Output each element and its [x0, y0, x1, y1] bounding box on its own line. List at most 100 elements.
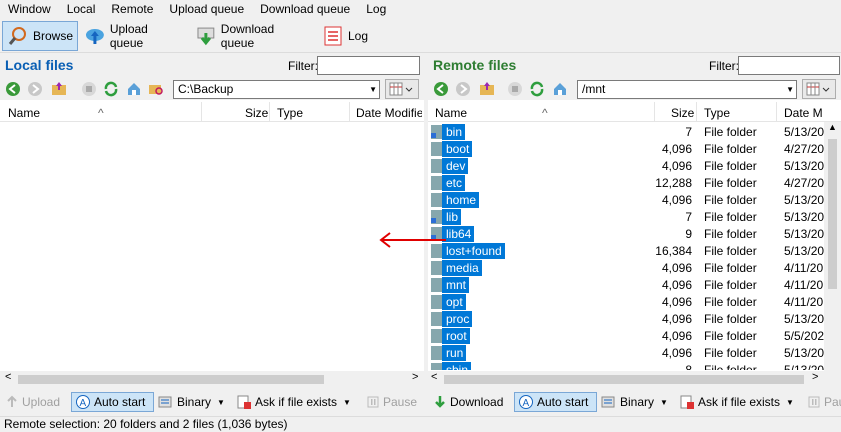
parent-folder-icon[interactable] — [51, 81, 67, 97]
local-col-date[interactable]: Date Modified — [356, 106, 422, 120]
remote-hscroll[interactable]: < > — [428, 371, 841, 388]
local-col-size[interactable]: Size — [245, 106, 268, 120]
menu-upload-queue[interactable]: Upload queue — [161, 0, 252, 18]
table-row[interactable]: root 4,096 File folder 5/5/202 — [428, 328, 824, 345]
forward-icon[interactable] — [27, 81, 43, 97]
back-icon[interactable] — [5, 81, 21, 97]
row-type: File folder — [704, 312, 757, 326]
stop-icon[interactable] — [507, 81, 523, 97]
local-col-type[interactable]: Type — [277, 106, 303, 120]
local-column-header: Name ^ Size Type Date Modified — [0, 102, 424, 122]
table-row[interactable]: media 4,096 File folder 4/11/20 — [428, 260, 824, 277]
row-size: 4,096 — [661, 278, 692, 292]
table-row[interactable]: lost+found 16,384 File folder 5/13/20 — [428, 243, 824, 260]
grid-view-icon — [389, 82, 413, 96]
sort-caret-icon: ^ — [98, 106, 104, 120]
upload-button[interactable]: Upload — [5, 392, 60, 412]
row-size: 9 — [685, 227, 692, 241]
local-path-box[interactable]: C:\Backup ▼ — [173, 80, 380, 99]
remote-col-name[interactable]: Name — [435, 106, 467, 120]
row-date: 4/27/20 — [784, 142, 824, 156]
remote-col-size[interactable]: Size — [671, 106, 694, 120]
table-row[interactable]: run 4,096 File folder 5/13/20 — [428, 345, 824, 362]
menu-log[interactable]: Log — [358, 0, 394, 18]
table-row[interactable]: lib64 9 File folder 5/13/20 — [428, 226, 824, 243]
scroll-right-icon[interactable]: > — [412, 371, 418, 383]
remote-view-button[interactable] — [802, 79, 836, 99]
table-row[interactable]: boot 4,096 File folder 4/27/20 — [428, 141, 824, 158]
home-icon[interactable] — [126, 81, 142, 97]
log-label: Log — [348, 29, 369, 43]
download-button[interactable]: Download — [433, 392, 503, 412]
table-row[interactable]: proc 4,096 File folder 5/13/20 — [428, 311, 824, 328]
local-hscroll[interactable]: < > — [0, 371, 424, 388]
row-size: 4,096 — [661, 346, 692, 360]
local-hscroll-thumb[interactable] — [18, 375, 324, 384]
menu-remote[interactable]: Remote — [103, 0, 161, 18]
scroll-left-icon[interactable]: < — [431, 371, 437, 383]
table-row[interactable]: lib 7 File folder 5/13/20 — [428, 209, 824, 226]
scroll-right-icon[interactable]: > — [812, 371, 818, 383]
scroll-up-icon[interactable]: ▲ — [828, 122, 837, 132]
menu-download-queue[interactable]: Download queue — [252, 0, 358, 18]
forward-icon[interactable] — [455, 81, 471, 97]
row-name: root — [442, 328, 470, 344]
remote-vscroll[interactable]: ▲ — [824, 122, 841, 388]
local-file-list[interactable] — [0, 124, 424, 370]
find-folder-icon[interactable] — [148, 81, 164, 97]
table-row[interactable]: etc 12,288 File folder 4/27/20 — [428, 175, 824, 192]
local-view-button[interactable] — [385, 79, 419, 99]
parent-folder-icon[interactable] — [479, 81, 495, 97]
browse-button[interactable]: Browse — [2, 21, 78, 51]
refresh-icon[interactable] — [529, 81, 545, 97]
row-date: 5/5/202 — [784, 329, 824, 343]
chevron-down-icon[interactable]: ▼ — [369, 81, 377, 98]
table-row[interactable]: opt 4,096 File folder 4/11/20 — [428, 294, 824, 311]
remote-file-list[interactable]: bin 7 File folder 5/13/20 boot 4,096 File fold… — [428, 124, 824, 370]
stop-icon[interactable] — [81, 81, 97, 97]
scroll-left-icon[interactable]: < — [5, 371, 11, 383]
download-queue-button[interactable]: Download queue — [195, 21, 310, 51]
back-icon[interactable] — [433, 81, 449, 97]
row-date: 5/13/20 — [784, 363, 824, 370]
remote-col-date[interactable]: Date M — [784, 106, 823, 120]
local-auto-start-button[interactable]: A Auto start — [71, 392, 154, 412]
download-label: Download — [450, 395, 504, 409]
chevron-down-icon[interactable]: ▼ — [786, 81, 794, 98]
upload-queue-button[interactable]: Upload queue — [84, 21, 184, 51]
row-date: 5/13/20 — [784, 125, 824, 139]
remote-vscroll-thumb[interactable] — [828, 139, 837, 289]
remote-ask-dropdown[interactable]: Ask if file exists ▼ — [679, 392, 794, 412]
menu-local[interactable]: Local — [59, 0, 104, 18]
table-row[interactable]: sbin 8 File folder 5/13/20 — [428, 362, 824, 370]
home-icon[interactable] — [552, 81, 568, 97]
menu-window[interactable]: Window — [0, 0, 59, 18]
local-col-name[interactable]: Name — [8, 106, 40, 120]
refresh-icon[interactable] — [103, 81, 119, 97]
remote-hscroll-thumb[interactable] — [444, 375, 804, 384]
local-ask-dropdown[interactable]: Ask if file exists ▼ — [236, 392, 351, 412]
binary-icon — [601, 396, 615, 408]
remote-binary-dropdown[interactable]: Binary ▼ — [601, 392, 668, 412]
table-row[interactable]: bin 7 File folder 5/13/20 — [428, 124, 824, 141]
ask-label: Ask if file exists — [255, 395, 338, 409]
menu-bar: Window Local Remote Upload queue Downloa… — [0, 0, 841, 18]
log-button[interactable]: Log — [322, 21, 372, 51]
local-binary-dropdown[interactable]: Binary ▼ — [158, 392, 225, 412]
row-date: 4/11/20 — [784, 278, 824, 292]
remote-pane: Remote files Filter: /mnt ▼ Name ^ Size … — [428, 54, 841, 388]
remote-col-type[interactable]: Type — [704, 106, 730, 120]
remote-filter-input[interactable] — [738, 56, 840, 75]
row-date: 5/13/20 — [784, 159, 824, 173]
remote-auto-start-button[interactable]: A Auto start — [514, 392, 597, 412]
row-size: 4,096 — [661, 261, 692, 275]
chevron-down-icon: ▼ — [660, 397, 668, 407]
table-row[interactable]: mnt 4,096 File folder 4/11/20 — [428, 277, 824, 294]
remote-path-box[interactable]: /mnt ▼ — [577, 80, 797, 99]
remote-pause-button[interactable]: Pause — [807, 392, 841, 412]
table-row[interactable]: home 4,096 File folder 5/13/20 — [428, 192, 824, 209]
local-filter-input[interactable] — [317, 56, 420, 75]
pause-icon — [808, 396, 820, 408]
local-pause-button[interactable]: Pause — [366, 392, 417, 412]
table-row[interactable]: dev 4,096 File folder 5/13/20 — [428, 158, 824, 175]
